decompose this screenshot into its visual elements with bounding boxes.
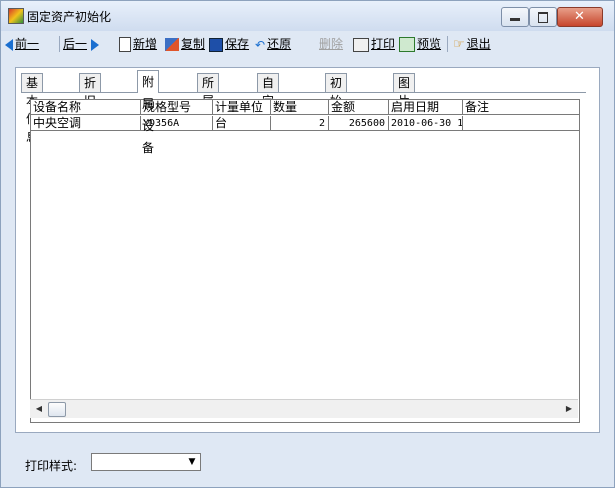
next-button[interactable]: 后一 [63,34,101,54]
tab-depreciation-info[interactable]: 折旧信息 [79,73,102,144]
window-title: 固定资产初始化 [27,10,112,24]
delete-label: 删除 [319,37,344,51]
column-header[interactable]: 启用日期 [389,100,463,115]
exit-icon: ☞ [453,36,465,52]
column-header[interactable]: 备注 [463,100,579,115]
column-header[interactable]: 计量单位 [213,100,271,115]
floppy-disk-icon [209,37,223,52]
copy-label: 复制 [181,37,206,51]
grid-header-row: 设备名称 规格型号 计量单位 数量 金额 启用日期 备注 [31,100,579,116]
cell-amount[interactable]: 265600 [329,116,389,131]
add-label: 新增 [133,37,158,51]
restore-button[interactable]: ↶ 还原 [255,34,291,54]
app-window: 固定资产初始化 ✕ 前一 后一 新增 复制 保存 ↶ 还原 删除 打印 预览 ☞… [0,0,615,488]
column-header[interactable]: 设备名称 [31,100,141,115]
toolbar-separator [447,36,448,52]
print-label: 打印 [371,37,396,51]
arrow-left-icon [5,38,13,51]
scroll-left-icon[interactable]: ◀ [32,402,46,416]
copy-button[interactable]: 复制 [165,34,205,54]
cell-unit[interactable]: 台 [213,116,271,131]
chevron-down-icon[interactable]: ▼ [186,456,198,468]
undo-icon: ↶ [255,37,266,52]
scroll-right-icon[interactable]: ▶ [562,402,576,416]
title-bar: 固定资产初始化 ✕ [1,1,614,31]
cell-start-date[interactable]: 2010-06-30 1! [389,116,463,131]
minimize-icon [510,18,520,21]
save-button[interactable]: 保存 [209,34,249,54]
tab-department[interactable]: 所属部门 [197,73,220,144]
preview-icon [399,37,415,52]
print-button[interactable]: 打印 [353,34,395,54]
prev-button[interactable]: 前一 [5,34,39,54]
tab-divider [21,92,586,93]
column-header[interactable]: 金额 [329,100,389,115]
cell-quantity[interactable]: 2 [271,116,329,131]
print-style-select[interactable]: ▼ [91,453,201,471]
add-button[interactable]: 新增 [119,34,157,54]
maximize-button[interactable] [529,7,557,27]
close-icon: ✕ [574,9,585,24]
tab-basic-info[interactable]: 基本信息 [21,73,44,144]
preview-label: 预览 [417,37,442,51]
preview-button[interactable]: 预览 [399,34,441,54]
tab-accessory-equipment[interactable]: 附属设备 [137,70,160,155]
delete-button[interactable]: 删除 [319,34,343,54]
toolbar: 前一 后一 新增 复制 保存 ↶ 还原 删除 打印 预览 ☞ 退出 [1,31,614,57]
print-style-label: 打印样式: [25,459,78,473]
new-file-icon [119,37,131,52]
tab-initial-data[interactable]: 初始化数据 [325,73,348,162]
minimize-button[interactable] [501,7,529,27]
tab-picture-info[interactable]: 图片信息 [393,73,416,144]
equipment-grid[interactable]: 设备名称 规格型号 计量单位 数量 金额 启用日期 备注 中央空调 YD356A… [30,99,580,423]
exit-button[interactable]: ☞ 退出 [453,34,491,54]
exit-label: 退出 [466,37,491,51]
save-label: 保存 [225,37,250,51]
maximize-icon [538,12,548,23]
table-row[interactable]: 中央空调 YD356A 台 2 265600 2010-06-30 1! [31,116,579,132]
next-label: 后一 [63,37,88,51]
prev-label: 前一 [15,37,40,51]
horizontal-scrollbar[interactable]: ◀ ▶ [30,399,578,418]
restore-label: 还原 [267,37,292,51]
scroll-thumb[interactable] [48,402,66,417]
tab-custom-info[interactable]: 自定义信息 [257,73,280,162]
copy-icon [165,38,179,51]
toolbar-separator [59,36,60,52]
tab-label: 附属设备 [142,75,155,155]
cell-equipment-name[interactable]: 中央空调 [31,116,141,131]
arrow-right-icon [91,38,100,51]
cell-remark[interactable] [463,116,579,131]
printer-icon [353,37,369,52]
app-icon [8,8,24,24]
close-button[interactable]: ✕ [557,7,603,27]
column-header[interactable]: 数量 [271,100,329,115]
